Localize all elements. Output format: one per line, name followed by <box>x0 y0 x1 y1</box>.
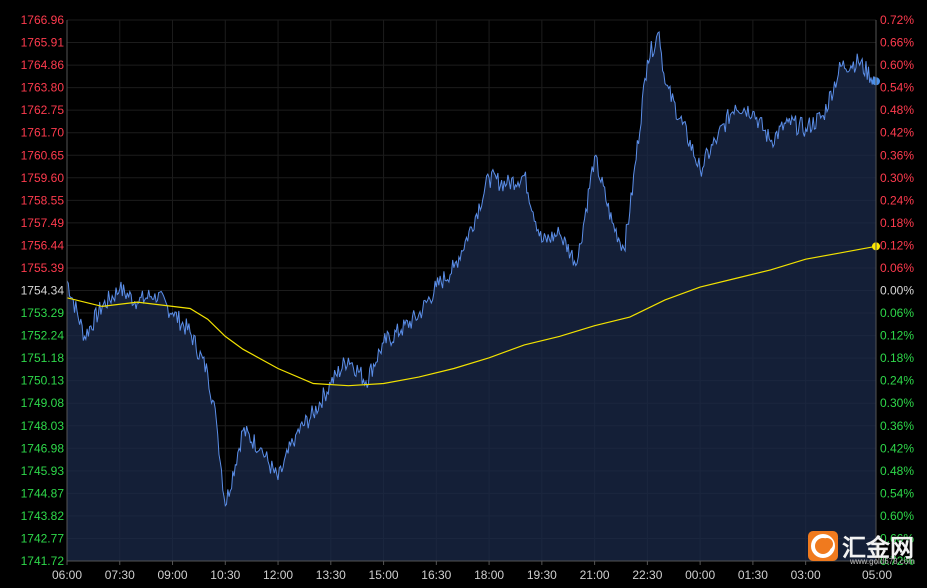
y-tick-label: 1756.44 <box>21 238 65 252</box>
y-tick-label: 1741.72 <box>21 554 65 568</box>
y2-tick-label: 0.06% <box>880 306 914 320</box>
price-chart: 1766.96 1765.91 1764.86 1763.80 1762.75 1761.… <box>0 0 927 588</box>
y2-tick-label: 0.42% <box>880 126 914 140</box>
y2-tick-label: 0.12% <box>880 238 914 252</box>
x-tick-label: 18:00 <box>474 568 504 582</box>
y-tick-label: 1750.13 <box>21 374 65 388</box>
x-tick-label: 09:00 <box>158 568 188 582</box>
y-tick-label: 1751.18 <box>21 351 65 365</box>
x-tick-label: 15:00 <box>369 568 399 582</box>
watermark: 汇金网 www.gold678.com <box>808 531 915 566</box>
x-tick-label: 03:00 <box>791 568 821 582</box>
y-tick-label: 1752.24 <box>21 329 65 343</box>
y-tick-label: 1745.93 <box>21 464 65 478</box>
y2-tick-label: 0.00% <box>880 284 914 298</box>
y-tick-label: 1746.98 <box>21 441 65 455</box>
y2-tick-label: 0.30% <box>880 171 914 185</box>
y-tick-label: 1754.34 <box>21 284 65 298</box>
y-tick-label: 1765.91 <box>21 36 65 50</box>
x-tick-label: 07:30 <box>105 568 135 582</box>
y2-tick-label: 0.60% <box>880 58 914 72</box>
x-tick-label: 10:30 <box>210 568 240 582</box>
y2-tick-label: 0.42% <box>880 441 914 455</box>
y2-tick-label: 0.24% <box>880 374 914 388</box>
y2-tick-label: 0.36% <box>880 148 914 162</box>
y-tick-label: 1749.08 <box>21 396 65 410</box>
y2-tick-label: 0.66% <box>880 36 914 50</box>
y2-tick-label: 0.72% <box>880 13 914 27</box>
y-tick-label: 1761.70 <box>21 126 65 140</box>
x-tick-label: 19:30 <box>527 568 557 582</box>
y2-tick-label: 0.18% <box>880 351 914 365</box>
y2-tick-label: 0.48% <box>880 103 914 117</box>
y2-tick-label: 0.60% <box>880 509 914 523</box>
y2-tick-label: 0.36% <box>880 419 914 433</box>
x-tick-label: 01:30 <box>738 568 768 582</box>
y-tick-label: 1753.29 <box>21 306 65 320</box>
y-tick-label: 1758.55 <box>21 193 65 207</box>
x-tick-label: 12:00 <box>263 568 293 582</box>
x-tick-label: 21:00 <box>580 568 610 582</box>
y2-tick-label: 0.24% <box>880 193 914 207</box>
y-tick-label: 1760.65 <box>21 148 65 162</box>
y-tick-label: 1759.60 <box>21 171 65 185</box>
x-tick-label: 13:30 <box>316 568 346 582</box>
y2-tick-label: 0.48% <box>880 464 914 478</box>
y2-tick-label: 0.06% <box>880 261 914 275</box>
y-tick-label: 1762.75 <box>21 103 65 117</box>
y-tick-label: 1764.86 <box>21 58 65 72</box>
watermark-url: www.gold678.com <box>849 557 915 566</box>
y2-tick-label: 0.54% <box>880 81 914 95</box>
y2-tick-label: 0.30% <box>880 396 914 410</box>
y2-tick-label: 0.54% <box>880 486 914 500</box>
x-tick-label: 00:00 <box>685 568 715 582</box>
x-tick-label: 22:30 <box>632 568 662 582</box>
hjw-logo-core <box>821 538 833 550</box>
y-tick-label: 1743.82 <box>21 509 65 523</box>
y-tick-label: 1744.87 <box>21 486 65 500</box>
y-tick-label: 1748.03 <box>21 419 65 433</box>
y2-tick-label: 0.12% <box>880 329 914 343</box>
y-tick-label: 1757.49 <box>21 216 65 230</box>
x-tick-label: 05:00 <box>862 568 892 582</box>
x-tick-label: 06:00 <box>52 568 82 582</box>
y-tick-label: 1766.96 <box>21 13 65 27</box>
y-tick-label: 1755.39 <box>21 261 65 275</box>
y2-tick-label: 0.18% <box>880 216 914 230</box>
y-tick-label: 1763.80 <box>21 81 65 95</box>
x-tick-label: 16:30 <box>421 568 451 582</box>
y-tick-label: 1742.77 <box>21 531 65 545</box>
